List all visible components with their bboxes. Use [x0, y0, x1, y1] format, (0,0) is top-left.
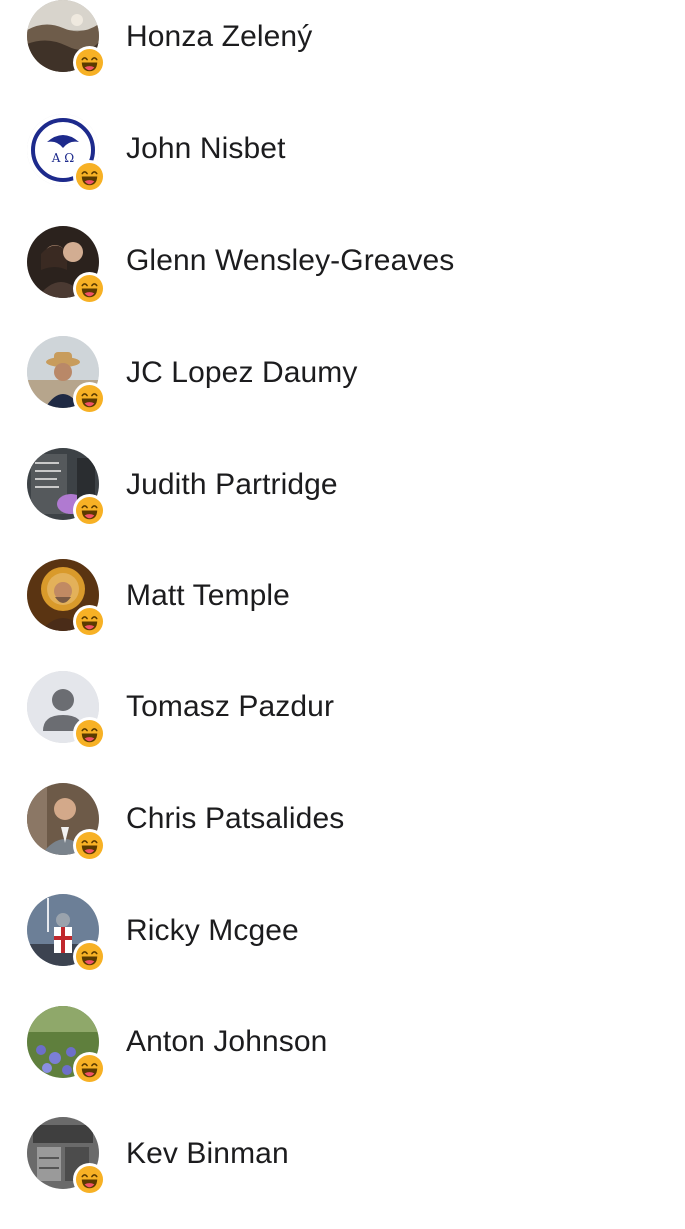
haha-reaction-badge: [73, 1052, 106, 1085]
avatar-container: [27, 671, 106, 750]
avatar-container: [27, 336, 106, 415]
haha-reaction-badge: [73, 272, 106, 305]
person-row-matt-temple[interactable]: Matt Temple: [0, 559, 685, 671]
haha-reaction-icon: [75, 162, 104, 191]
avatar-container: [27, 448, 106, 527]
haha-reaction-icon: [75, 831, 104, 860]
avatar-container: [27, 1006, 106, 1085]
avatar-container: [27, 559, 106, 638]
person-name[interactable]: Matt Temple: [126, 579, 290, 613]
person-name[interactable]: Ricky Mcgee: [126, 914, 299, 948]
avatar-container: [27, 226, 106, 305]
person-name[interactable]: JC Lopez Daumy: [126, 356, 358, 390]
haha-reaction-badge: [73, 46, 106, 79]
haha-reaction-badge: [73, 605, 106, 638]
person-name[interactable]: John Nisbet: [126, 132, 286, 166]
person-row-jc-lopez-daumy[interactable]: JC Lopez Daumy: [0, 336, 685, 448]
haha-reaction-icon: [75, 942, 104, 971]
person-row-john-nisbet[interactable]: A Ω John Nisbet: [0, 112, 685, 224]
person-row-glenn-wensley-greaves[interactable]: Glenn Wensley-Greaves: [0, 224, 685, 336]
haha-reaction-icon: [75, 496, 104, 525]
avatar-container: [27, 0, 106, 79]
avatar-container: A Ω: [27, 114, 106, 193]
person-row-honza-zeleny[interactable]: Honza Zelený: [0, 0, 685, 112]
person-row-judith-partridge[interactable]: Judith Partridge: [0, 448, 685, 560]
haha-reaction-icon: [75, 48, 104, 77]
person-row-anton-johnson[interactable]: Anton Johnson: [0, 1005, 685, 1117]
person-row-kev-binman[interactable]: Kev Binman: [0, 1117, 685, 1229]
haha-reaction-icon: [75, 719, 104, 748]
haha-reaction-icon: [75, 1054, 104, 1083]
avatar-container: [27, 894, 106, 973]
haha-reaction-badge: [73, 717, 106, 750]
svg-text:A Ω: A Ω: [51, 151, 74, 165]
haha-reaction-badge: [73, 382, 106, 415]
haha-reaction-badge: [73, 940, 106, 973]
person-name[interactable]: Chris Patsalides: [126, 802, 344, 836]
person-name[interactable]: Anton Johnson: [126, 1025, 327, 1059]
person-name[interactable]: Tomasz Pazdur: [126, 690, 334, 724]
haha-reaction-badge: [73, 494, 106, 527]
haha-reaction-badge: [73, 829, 106, 862]
haha-reaction-badge: [73, 160, 106, 193]
avatar-container: [27, 1117, 106, 1196]
haha-reaction-badge: [73, 1163, 106, 1196]
haha-reaction-icon: [75, 607, 104, 636]
person-row-tomasz-pazdur[interactable]: Tomasz Pazdur: [0, 670, 685, 782]
haha-reaction-icon: [75, 1165, 104, 1194]
person-name[interactable]: Kev Binman: [126, 1137, 289, 1171]
person-name[interactable]: Honza Zelený: [126, 20, 312, 54]
person-name[interactable]: Judith Partridge: [126, 468, 338, 502]
person-row-chris-patsalides[interactable]: Chris Patsalides: [0, 782, 685, 894]
haha-reaction-icon: [75, 384, 104, 413]
avatar-container: [27, 783, 106, 862]
person-name[interactable]: Glenn Wensley-Greaves: [126, 244, 454, 278]
haha-reaction-icon: [75, 274, 104, 303]
person-row-ricky-mcgee[interactable]: Ricky Mcgee: [0, 894, 685, 1006]
